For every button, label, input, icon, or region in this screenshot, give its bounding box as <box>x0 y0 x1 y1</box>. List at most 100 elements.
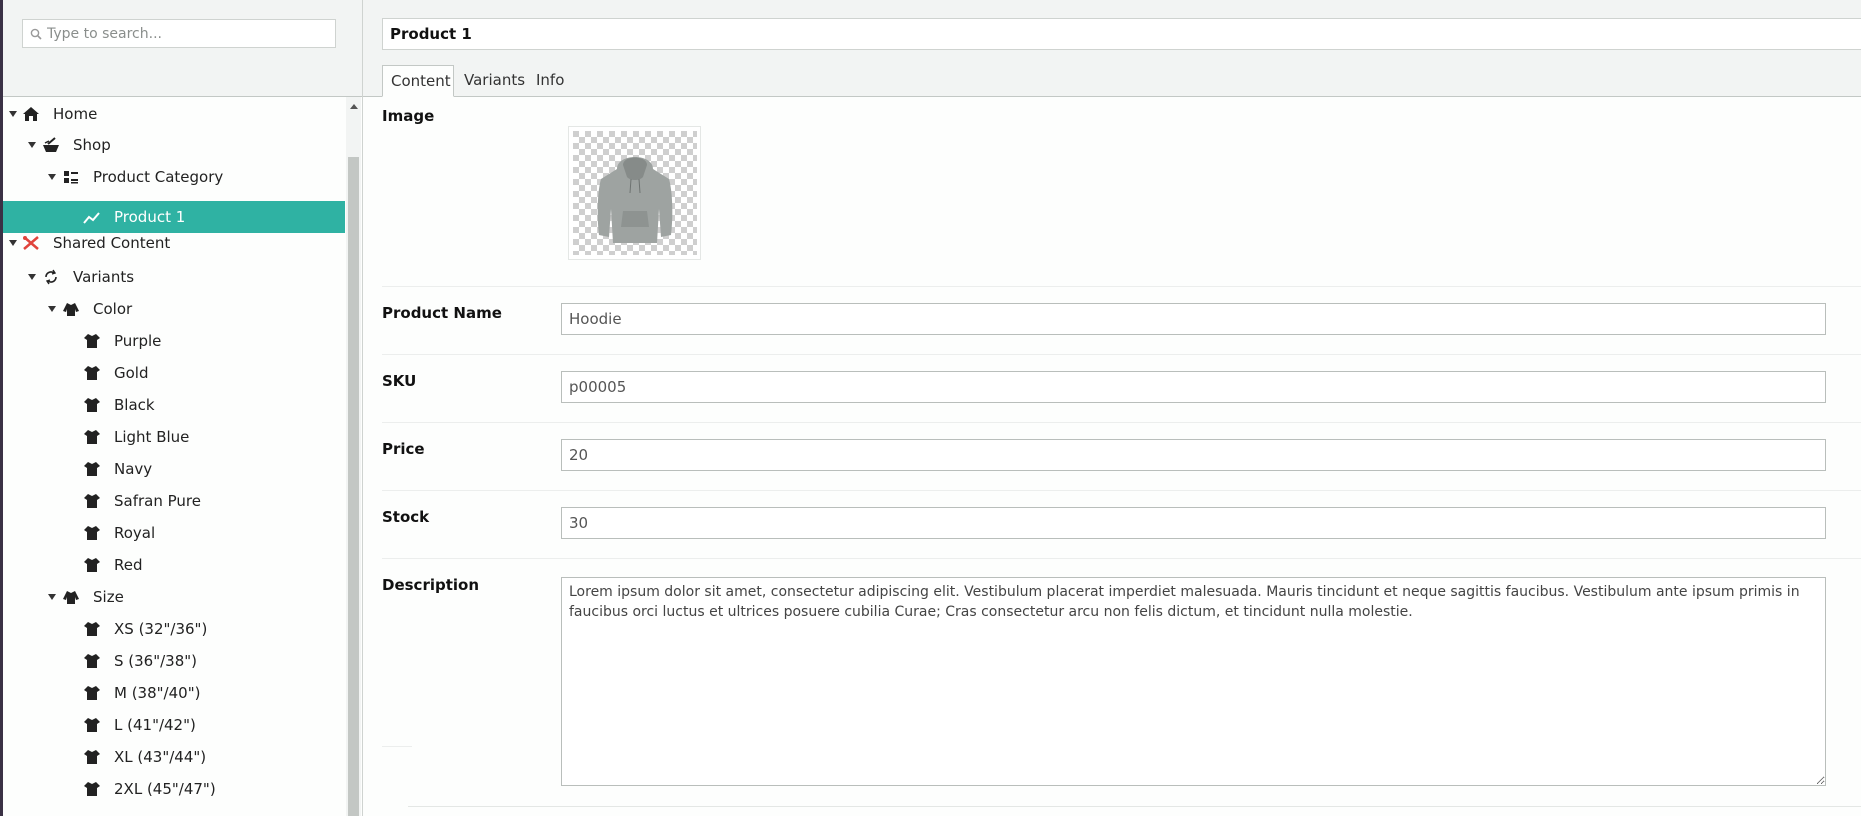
collapse-caret-icon[interactable] <box>28 274 36 280</box>
tree-scrollbar[interactable] <box>346 97 361 816</box>
tree-node-label: Shared Content <box>53 234 171 252</box>
tree-node-size-xs[interactable]: XS (32"/36") <box>3 613 345 645</box>
page-title-input[interactable] <box>382 18 1861 50</box>
tshirt-icon <box>84 334 100 348</box>
tree-node-label: Navy <box>114 460 153 478</box>
tree-node-shared-content[interactable]: Shared Content <box>3 227 345 259</box>
tree-node-size[interactable]: Size <box>3 581 345 613</box>
tree-node-shop[interactable]: Shop <box>3 129 345 161</box>
search-input[interactable] <box>47 20 327 47</box>
sidebar-header <box>3 0 362 97</box>
tree-node-color[interactable]: Color <box>3 293 345 325</box>
tree-node-label: Shop <box>73 136 111 154</box>
category-list-icon <box>64 171 78 184</box>
tree-node-gold[interactable]: Gold <box>3 357 345 389</box>
tree-node-label: Gold <box>114 364 149 382</box>
tree-node-label: Red <box>114 556 143 574</box>
product-name-label: Product Name <box>382 304 502 322</box>
tree-node-size-l[interactable]: L (41"/42") <box>3 709 345 741</box>
tree-node-label: Variants <box>73 268 135 286</box>
tree-node-label: Color <box>93 300 133 318</box>
field-divider <box>382 354 1861 355</box>
tab-content[interactable]: Content <box>382 65 454 97</box>
tree-node-label: S (36"/38") <box>114 652 198 670</box>
tree-node-label: Purple <box>114 332 162 350</box>
editor-header: Content Variants Info <box>363 0 1861 97</box>
sku-input[interactable] <box>561 371 1826 403</box>
variants-icon <box>45 269 57 285</box>
tree-node-label: Size <box>93 588 124 606</box>
image-label: Image <box>382 107 435 125</box>
price-input[interactable] <box>561 439 1826 471</box>
product-name-input[interactable] <box>561 303 1826 335</box>
form-bottom-divider <box>408 806 1861 807</box>
tab-variants[interactable]: Variants <box>456 65 533 96</box>
collapse-caret-icon[interactable] <box>48 306 56 312</box>
tree-node-home[interactable]: Home <box>3 98 345 130</box>
tshirt-icon <box>84 430 100 444</box>
search-icon <box>30 28 42 40</box>
tree-node-size-2xl[interactable]: 2XL (45"/47") <box>3 773 345 805</box>
tshirt-icon <box>84 622 100 636</box>
tree-node-safran-pure[interactable]: Safran Pure <box>3 485 345 517</box>
tree-node-purple[interactable]: Purple <box>3 325 345 357</box>
content-tree-sidebar: Home Shop Product Category <box>3 0 363 816</box>
field-divider <box>382 746 412 747</box>
collapse-caret-icon[interactable] <box>28 142 36 148</box>
tree-node-label: M (38"/40") <box>114 684 201 702</box>
variant-group-icon <box>63 591 79 604</box>
tree-node-navy[interactable]: Navy <box>3 453 345 485</box>
tree-node-label: Black <box>114 396 155 414</box>
tshirt-icon <box>84 686 100 700</box>
content-tree: Home Shop Product Category Product 1 Sha… <box>3 97 345 816</box>
tree-node-royal[interactable]: Royal <box>3 517 345 549</box>
tree-node-product-category[interactable]: Product Category <box>3 161 345 193</box>
scroll-thumb[interactable] <box>348 157 359 816</box>
tree-node-label: Royal <box>114 524 156 542</box>
tree-node-label: Product Category <box>93 168 224 186</box>
hoodie-image <box>573 131 697 255</box>
tshirt-icon <box>84 718 100 732</box>
tshirt-icon <box>84 654 100 668</box>
tree-node-label: 2XL (45"/47") <box>114 780 216 798</box>
tshirt-icon <box>84 494 100 508</box>
tshirt-icon <box>84 782 100 796</box>
collapse-caret-icon[interactable] <box>48 174 56 180</box>
tree-node-size-xl[interactable]: XL (43"/44") <box>3 741 345 773</box>
stock-input[interactable] <box>561 507 1826 539</box>
description-textarea[interactable]: Lorem ipsum dolor sit amet, consectetur … <box>561 577 1826 786</box>
scroll-up-arrow-icon[interactable] <box>350 104 358 109</box>
description-label: Description <box>382 576 480 594</box>
field-divider <box>382 286 1861 287</box>
search-box[interactable] <box>22 19 336 48</box>
tshirt-icon <box>84 750 100 764</box>
editor-panel: Content Variants Info Image <box>363 0 1861 816</box>
field-divider <box>382 558 1861 559</box>
sku-label: SKU <box>382 372 417 390</box>
tree-node-label: L (41"/42") <box>114 716 196 734</box>
tshirt-icon <box>84 462 100 476</box>
field-divider <box>382 490 1861 491</box>
shop-icon <box>43 137 59 152</box>
product-trend-icon <box>83 212 100 224</box>
collapse-caret-icon[interactable] <box>9 240 17 246</box>
collapse-caret-icon[interactable] <box>48 594 56 600</box>
collapse-caret-icon[interactable] <box>9 111 17 117</box>
tree-node-red[interactable]: Red <box>3 549 345 581</box>
tree-node-light-blue[interactable]: Light Blue <box>3 421 345 453</box>
tree-node-label: XS (32"/36") <box>114 620 208 638</box>
product-image[interactable] <box>568 126 701 260</box>
tshirt-icon <box>84 526 100 540</box>
home-icon <box>23 107 39 121</box>
tree-node-variants[interactable]: Variants <box>3 261 345 293</box>
tshirt-icon <box>84 366 100 380</box>
tree-node-label: XL (43"/44") <box>114 748 207 766</box>
tree-node-black[interactable]: Black <box>3 389 345 421</box>
content-form: Image Product Name Hoodie SKU p00005 Pri… <box>363 97 1861 816</box>
tree-node-label: Light Blue <box>114 428 190 446</box>
tree-node-size-m[interactable]: M (38"/40") <box>3 677 345 709</box>
price-label: Price <box>382 440 425 458</box>
tree-node-size-s[interactable]: S (36"/38") <box>3 645 345 677</box>
tab-info[interactable]: Info <box>528 65 572 96</box>
tshirt-icon <box>84 558 100 572</box>
